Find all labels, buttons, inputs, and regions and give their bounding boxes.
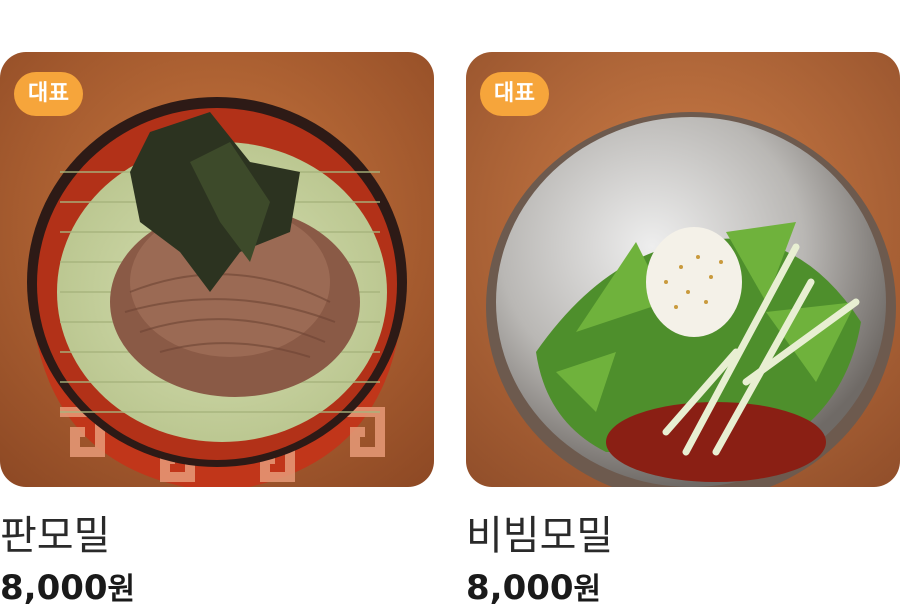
menu-item-card-pan-momil[interactable]: 대표 판모밀 8,000원	[0, 52, 434, 608]
price-amount: 8,000	[0, 568, 108, 608]
menu-item-photo[interactable]: 대표	[0, 52, 434, 487]
menu-item-price: 8,000원	[0, 568, 135, 610]
signature-badge: 대표	[480, 72, 550, 116]
menu-grid: 대표 판모밀 8,000원 대표 비빔모밀 8,000원	[0, 0, 900, 608]
cold-soba-photo-icon	[0, 52, 434, 487]
menu-item-card-bibim-momil[interactable]: 대표 비빔모밀 8,000원	[466, 52, 900, 608]
signature-badge: 대표	[14, 72, 84, 116]
menu-item-photo[interactable]: 대표	[466, 52, 900, 487]
menu-item-name: 판모밀	[0, 513, 111, 559]
price-amount: 8,000	[466, 568, 574, 608]
menu-item-name: 비빔모밀	[466, 513, 614, 559]
bibim-soba-photo-icon	[466, 52, 900, 487]
menu-item-price: 8,000원	[466, 568, 601, 610]
